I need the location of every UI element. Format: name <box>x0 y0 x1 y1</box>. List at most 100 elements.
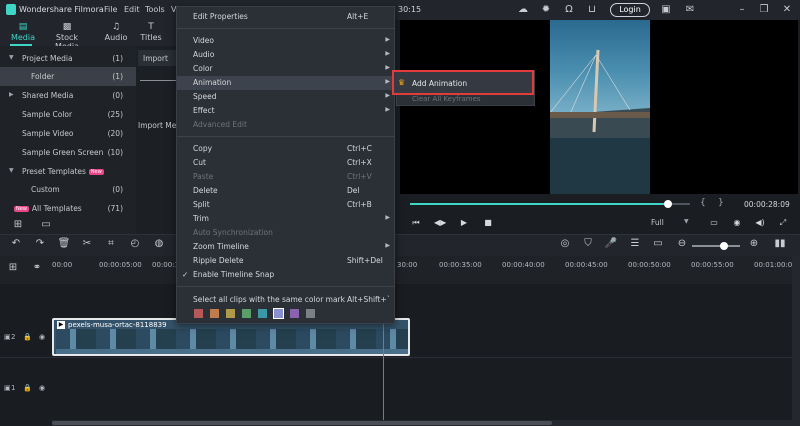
render-icon[interactable]: ◎ <box>558 237 572 251</box>
preview-progress[interactable] <box>410 203 668 205</box>
audio-mix-icon[interactable]: ☰ <box>628 237 642 251</box>
cloud-icon[interactable]: ☁ <box>517 4 529 16</box>
timeline-zoom-handle[interactable] <box>720 242 728 250</box>
prev-frame-icon[interactable]: ⏮ <box>410 217 422 229</box>
timeline-ruler[interactable]: 00:00 00:00:05:00 00:00:10 30:00 00:00:3… <box>52 258 797 282</box>
add-folder-icon[interactable]: ⊞ <box>12 219 24 231</box>
cart-icon[interactable]: ⊔ <box>586 4 598 16</box>
menu-item-trim[interactable]: Trim ▶ <box>177 212 394 226</box>
color-mark-swatch[interactable] <box>306 309 315 318</box>
menu-item-ripple-delete[interactable]: Ripple Delete Shift+Del <box>177 254 394 268</box>
menu-item-animation[interactable]: Animation ▶ <box>177 76 394 90</box>
save-icon[interactable]: ▣ <box>660 4 672 16</box>
menu-item-advanced-edit[interactable]: Advanced Edit <box>177 118 394 132</box>
restore-icon[interactable]: ❐ <box>758 4 770 16</box>
menu-item-cut[interactable]: Cut Ctrl+X <box>177 156 394 170</box>
play-icon[interactable]: ▶ <box>458 217 470 229</box>
lock-icon[interactable]: 🔒 <box>23 384 32 392</box>
subtitle-icon[interactable]: ▭ <box>651 237 665 251</box>
menu-item-audio[interactable]: Audio ▶ <box>177 48 394 62</box>
tree-item-project-media[interactable]: ▼ Project Media (1) <box>0 49 136 68</box>
lightbulb-icon[interactable]: ✹ <box>540 4 552 16</box>
preview-zoom-select[interactable]: Full <box>651 218 664 227</box>
menu-item-zoom-timeline[interactable]: Zoom Timeline ▶ <box>177 240 394 254</box>
tree-item-all-templates[interactable]: New All Templates (71) <box>0 199 136 218</box>
menu-item-auto-synchronization[interactable]: Auto Synchronization <box>177 226 394 240</box>
folder-outline-icon[interactable]: ▭ <box>40 219 52 231</box>
menu-item-effect[interactable]: Effect ▶ <box>177 104 394 118</box>
undo-icon[interactable]: ↶ <box>9 237 23 251</box>
menu-item-enable-timeline-snap[interactable]: ✓ Enable Timeline Snap <box>177 268 394 282</box>
mail-icon[interactable]: ✉ <box>684 4 696 16</box>
color-mark-swatch[interactable] <box>242 309 251 318</box>
crop-icon[interactable]: ⌗ <box>104 237 118 251</box>
color-icon[interactable]: ◍ <box>152 237 166 251</box>
menu-item-copy[interactable]: Copy Ctrl+C <box>177 142 394 156</box>
color-mark-swatch[interactable] <box>290 309 299 318</box>
close-icon[interactable]: ✕ <box>781 4 793 16</box>
tree-item-sample-video[interactable]: Sample Video (20) <box>0 124 136 143</box>
color-mark-swatch[interactable] <box>210 309 219 318</box>
microphone-icon[interactable]: 🎤 <box>604 237 618 251</box>
tab-stock-media[interactable]: ▩Stock Media <box>44 20 90 51</box>
color-mark-swatch[interactable] <box>258 309 267 318</box>
stop-icon[interactable]: ■ <box>482 217 494 229</box>
tree-item-sample-green-screen[interactable]: Sample Green Screen (10) <box>0 143 136 162</box>
monitor-icon[interactable]: ▭ <box>708 217 720 229</box>
tree-item-folder[interactable]: Folder (1) <box>0 67 136 86</box>
menu-item-split[interactable]: Split Ctrl+B <box>177 198 394 212</box>
chevron-down-icon[interactable]: ▼ <box>684 218 689 225</box>
menu-item-color[interactable]: Color ▶ <box>177 62 394 76</box>
login-button[interactable]: Login <box>610 3 650 17</box>
timeline-zoom-slider[interactable] <box>692 245 740 247</box>
submenu-add-animation[interactable]: Add Animation <box>412 79 467 88</box>
marker-icon[interactable]: ⛉ <box>581 237 595 251</box>
tab-titles[interactable]: T Titles <box>128 20 174 44</box>
link-icon[interactable]: ⚭ <box>30 261 44 275</box>
color-mark-swatch[interactable] <box>226 309 235 318</box>
menu-tools[interactable]: Tools <box>145 5 165 14</box>
mark-out-icon[interactable]: } <box>718 198 724 208</box>
play-reverse-icon[interactable]: ◀▶ <box>434 217 446 229</box>
menu-edit[interactable]: Edit <box>124 5 140 14</box>
headset-icon[interactable]: Ω <box>563 4 575 16</box>
menu-item-paste[interactable]: Paste Ctrl+V <box>177 170 394 184</box>
tab-media[interactable]: ▤ Media <box>0 20 46 44</box>
zoom-in-icon[interactable]: ⊕ <box>747 237 761 251</box>
audio-track-icon: ▣ <box>4 384 11 392</box>
color-mark-swatch[interactable] <box>194 309 203 318</box>
tree-item-shared-media[interactable]: ▶ Shared Media (0) <box>0 86 136 105</box>
eye-icon[interactable]: ◉ <box>39 333 45 341</box>
eye-icon[interactable]: ◉ <box>39 384 45 392</box>
add-track-icon[interactable]: ⊞ <box>6 261 20 275</box>
zoom-out-icon[interactable]: ⊖ <box>675 237 689 251</box>
menu-item-speed[interactable]: Speed ▶ <box>177 90 394 104</box>
menu-item-select-same-color[interactable]: Select all clips with the same color mar… <box>177 293 394 307</box>
fullscreen-icon[interactable]: ⤢ <box>777 217 789 229</box>
color-mark-swatch[interactable] <box>273 308 284 319</box>
submenu-clear-keyframes[interactable]: Clear All Keyframes <box>412 95 481 103</box>
lock-icon[interactable]: 🔒 <box>23 333 32 341</box>
volume-icon[interactable]: ◀) <box>754 217 766 229</box>
horizontal-scroll-thumb[interactable] <box>52 421 552 425</box>
redo-icon[interactable]: ↷ <box>33 237 47 251</box>
delete-icon[interactable]: 🗑 <box>57 237 71 251</box>
media-grid <box>136 46 176 234</box>
menu-item-delete[interactable]: Delete Del <box>177 184 394 198</box>
snapshot-icon[interactable]: ◉ <box>731 217 743 229</box>
menu-item-edit-properties[interactable]: Edit Properties Alt+E <box>177 10 394 24</box>
mark-in-icon[interactable]: { <box>700 198 706 208</box>
cut-icon[interactable]: ✂ <box>80 237 94 251</box>
import-plus-icon[interactable] <box>140 80 176 81</box>
speed-icon[interactable]: ◴ <box>128 237 142 251</box>
preview-progress-handle[interactable] <box>664 200 672 208</box>
tree-item-sample-color[interactable]: Sample Color (25) <box>0 105 136 124</box>
panel-toggle-icon[interactable]: ▮▮ <box>773 237 787 251</box>
menu-item-video[interactable]: Video ▶ <box>177 34 394 48</box>
minimize-icon[interactable]: – <box>736 4 748 16</box>
menu-file[interactable]: File <box>104 5 117 14</box>
import-dropdown[interactable]: Import <box>138 50 176 66</box>
vertical-scrollbar[interactable] <box>792 256 800 426</box>
tree-item-preset-templates[interactable]: ▼ Preset Templates New <box>0 162 136 181</box>
tree-item-custom[interactable]: Custom (0) <box>0 180 136 199</box>
